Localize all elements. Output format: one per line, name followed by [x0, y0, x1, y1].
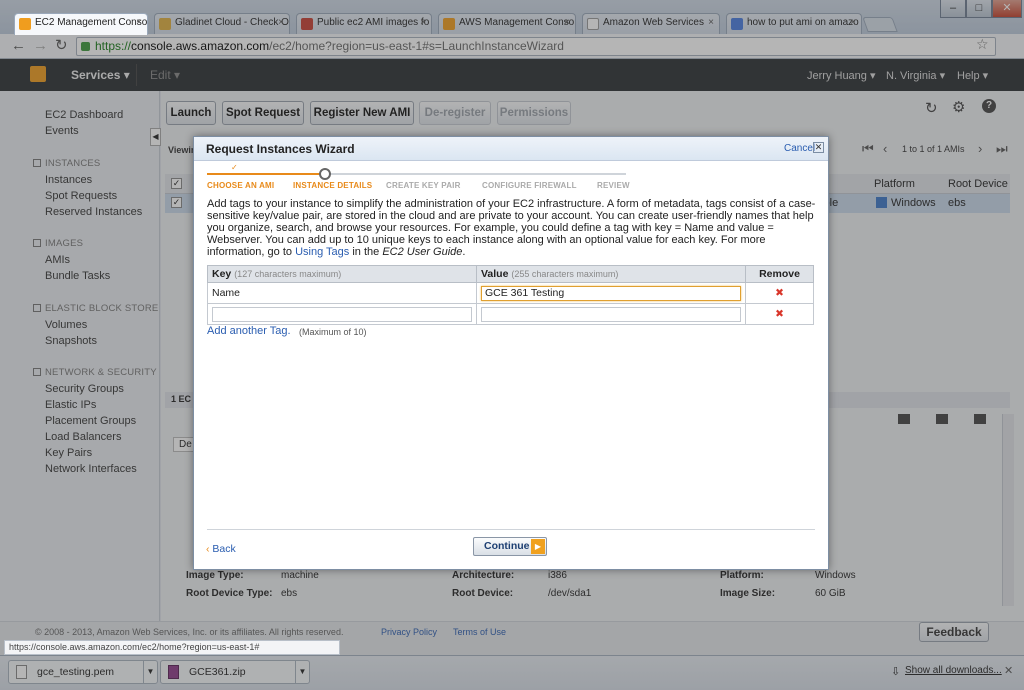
key-input[interactable] — [212, 306, 472, 322]
step-create-key-pair: CREATE KEY PAIR — [386, 181, 461, 190]
guide-title: EC2 User Guide — [382, 246, 463, 258]
description-text: in the — [349, 246, 383, 258]
back-label: Back — [212, 543, 236, 555]
tab-ec2-console[interactable]: EC2 Management Console × — [14, 13, 148, 35]
value-input[interactable]: GCE 361 Testing — [481, 285, 741, 301]
tags-table: Key (127 characters maximum) Value (255 … — [207, 265, 814, 325]
step-instance-details: INSTANCE DETAILS — [293, 181, 373, 190]
back-link[interactable]: ‹ Back — [206, 543, 236, 555]
current-step-marker — [319, 168, 331, 180]
play-arrow-icon: ▶ — [531, 539, 545, 554]
max-tags-note: (Maximum of 10) — [299, 327, 367, 337]
value-cell — [476, 303, 746, 325]
col-value-label: Value — [481, 268, 509, 280]
col-key-label: Key — [212, 268, 232, 280]
remove-tag-icon[interactable]: ✖ — [745, 282, 814, 304]
step-progress-complete — [207, 173, 325, 175]
step-choose-ami: CHOOSE AN AMI — [207, 181, 275, 190]
key-cell — [207, 303, 477, 325]
cancel-link[interactable]: Cancel — [784, 143, 815, 154]
status-url-bubble: https://console.aws.amazon.com/ec2/home?… — [4, 640, 340, 655]
col-key: Key (127 characters maximum) — [207, 265, 477, 283]
close-icon[interactable]: ✕ — [813, 142, 824, 153]
remove-tag-icon[interactable]: ✖ — [745, 303, 814, 325]
table-row: Name GCE 361 Testing ✖ — [207, 282, 814, 304]
using-tags-link[interactable]: Using Tags — [295, 246, 349, 258]
tab-label: EC2 Management Console — [35, 17, 148, 28]
step-configure-firewall: CONFIGURE FIREWALL — [482, 181, 577, 190]
step-review: REVIEW — [597, 181, 630, 190]
col-value-hint: (255 characters maximum) — [511, 269, 619, 279]
value-cell: GCE 361 Testing — [476, 282, 746, 304]
divider — [207, 529, 815, 530]
aws-favicon-icon — [19, 18, 31, 30]
col-remove: Remove — [745, 265, 814, 283]
key-cell[interactable]: Name — [207, 282, 477, 304]
value-input[interactable] — [481, 306, 741, 322]
tags-description: Add tags to your instance to simplify th… — [207, 198, 817, 258]
table-row: ✖ — [207, 303, 814, 325]
description-text: . — [462, 246, 466, 258]
continue-label: Continue — [484, 540, 530, 552]
col-value: Value (255 characters maximum) — [476, 265, 746, 283]
step-progress-remaining — [325, 173, 626, 175]
col-key-hint: (127 characters maximum) — [234, 269, 342, 279]
add-another-tag-link[interactable]: Add another Tag. — [207, 325, 291, 337]
modal-title: Request Instances Wizard — [206, 142, 355, 156]
step-done-check-icon: ✓ — [231, 163, 238, 172]
request-instances-wizard: Request Instances Wizard Cancel ✕ ✓ CHOO… — [193, 136, 829, 570]
modal-title-bar: Request Instances Wizard Cancel ✕ — [194, 137, 828, 161]
tab-close-icon[interactable]: × — [136, 17, 142, 28]
continue-button[interactable]: Continue ▶ — [473, 537, 547, 556]
